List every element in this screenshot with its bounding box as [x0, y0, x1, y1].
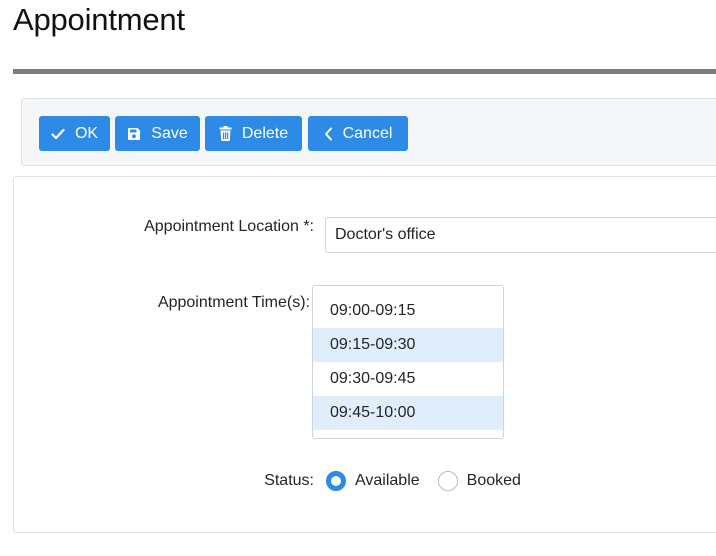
status-available-radio[interactable]: Available: [326, 471, 420, 491]
trash-icon: [219, 126, 232, 141]
appointment-form: Appointment Location *: Appointment Time…: [13, 176, 716, 533]
save-button[interactable]: Save: [115, 116, 200, 151]
time-slot-option[interactable]: 09:00-09:15: [313, 294, 503, 328]
status-label: Status:: [264, 472, 314, 489]
time-slot-listbox[interactable]: 09:00-09:15 09:15-09:30 09:30-09:45 09:4…: [312, 285, 504, 439]
delete-button[interactable]: Delete: [205, 116, 302, 151]
status-booked-label: Booked: [466, 472, 521, 489]
ok-button-label: OK: [74, 124, 99, 142]
radio-unchecked-icon[interactable]: [437, 471, 458, 491]
chevron-left-icon: [324, 127, 333, 141]
ok-button[interactable]: OK: [39, 116, 110, 151]
appointment-page: Appointment OK Save Delete Cancel Appoin…: [0, 0, 716, 556]
time-slot-option[interactable]: 09:30-09:45: [313, 362, 503, 396]
status-radio-group: Available Booked: [326, 471, 521, 491]
cancel-button[interactable]: Cancel: [308, 116, 408, 151]
radio-checked-icon[interactable]: [326, 471, 346, 491]
time-slot-option[interactable]: 09:15-09:30: [313, 328, 503, 362]
time-slot-option[interactable]: 09:45-10:00: [313, 396, 503, 430]
title-divider: [13, 69, 716, 74]
location-label: Appointment Location *:: [144, 218, 314, 235]
time-label: Appointment Time(s):: [157, 294, 310, 311]
page-title: Appointment: [13, 2, 185, 37]
delete-button-label: Delete: [241, 124, 289, 142]
floppy-disk-icon: [127, 127, 141, 141]
action-toolbar: OK Save Delete Cancel: [21, 98, 716, 166]
location-input[interactable]: [325, 217, 716, 253]
status-available-label: Available: [355, 472, 420, 489]
status-booked-radio[interactable]: Booked: [437, 471, 521, 491]
save-button-label: Save: [151, 124, 188, 142]
cancel-button-label: Cancel: [342, 124, 393, 142]
check-icon: [51, 128, 65, 140]
